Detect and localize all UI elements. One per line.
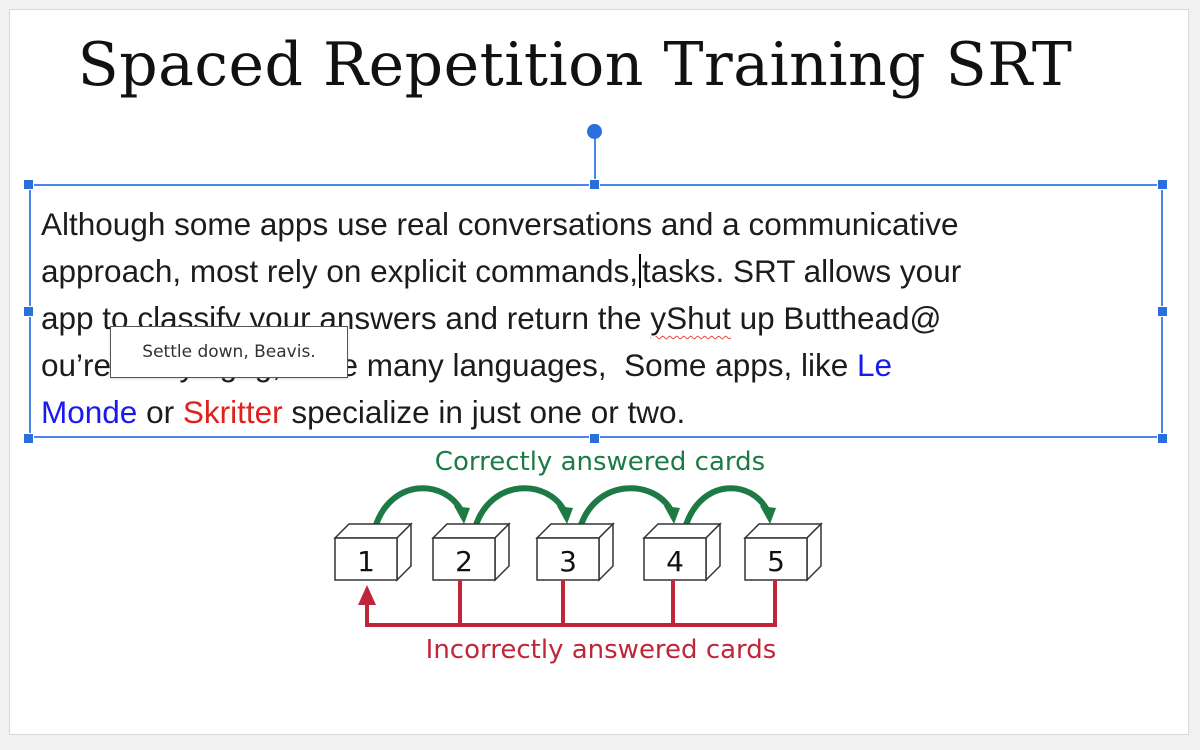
leitner-box-2: 2 xyxy=(431,522,511,582)
leitner-box-3: 3 xyxy=(535,522,615,582)
link-le-monde[interactable]: Le xyxy=(857,347,892,383)
correct-caption: Correctly answered cards xyxy=(435,447,765,477)
resize-handle-right[interactable] xyxy=(1157,306,1168,317)
box-number: 1 xyxy=(357,545,375,578)
text-run: approach, most rely on explicit commands… xyxy=(41,253,639,289)
link-skritter[interactable]: Skritter xyxy=(183,394,283,430)
arrowheads xyxy=(454,506,776,524)
body-line: approach, most rely on explicit commands… xyxy=(41,248,1151,295)
text-run: or xyxy=(137,394,183,430)
rotate-handle[interactable] xyxy=(587,124,602,139)
body-text[interactable]: Although some apps use real conversation… xyxy=(41,201,1151,436)
box-number: 2 xyxy=(455,545,473,578)
body-line: Monde or Skritter specialize in just one… xyxy=(41,389,1151,436)
resize-handle-top-left[interactable] xyxy=(23,179,34,190)
text-run: specialize in just one or two. xyxy=(282,394,686,430)
box-number: 5 xyxy=(767,545,785,578)
text-run: Although some apps use real conversation… xyxy=(41,206,959,242)
resize-handle-top-right[interactable] xyxy=(1157,179,1168,190)
slide-title[interactable]: Spaced Repetition Training SRT xyxy=(0,30,1150,100)
incorrect-caption: Incorrectly answered cards xyxy=(426,635,777,665)
box-number: 4 xyxy=(666,545,684,578)
resize-handle-bottom-right[interactable] xyxy=(1157,433,1168,444)
link-le-monde[interactable]: Monde xyxy=(41,394,137,430)
body-line: Although some apps use real conversation… xyxy=(41,201,1151,248)
resize-handle-top[interactable] xyxy=(589,179,600,190)
resize-handle-bottom-left[interactable] xyxy=(23,433,34,444)
text-cursor xyxy=(639,254,642,288)
return-arrowhead xyxy=(358,585,376,605)
incorrect-arrows xyxy=(365,580,777,627)
text-run: up Butthead@ xyxy=(730,300,942,336)
leitner-box-5: 5 xyxy=(743,522,823,582)
text-run: ou’re xyxy=(41,347,120,383)
text-run: tasks. SRT allows your xyxy=(642,253,962,289)
box-number: 3 xyxy=(559,545,577,578)
selected-text-box[interactable]: Although some apps use real conversation… xyxy=(29,184,1163,438)
resize-handle-left[interactable] xyxy=(23,306,34,317)
rotate-handle-stem xyxy=(594,138,596,180)
leitner-box-1: 1 xyxy=(333,522,413,582)
leitner-diagram[interactable]: Correctly answered cards 1 2 3 4 5 Incorrect… xyxy=(320,440,840,680)
misspelled-word[interactable]: yShut xyxy=(650,300,731,336)
tooltip: Settle down, Beavis. xyxy=(110,326,348,378)
leitner-box-4: 4 xyxy=(642,522,722,582)
